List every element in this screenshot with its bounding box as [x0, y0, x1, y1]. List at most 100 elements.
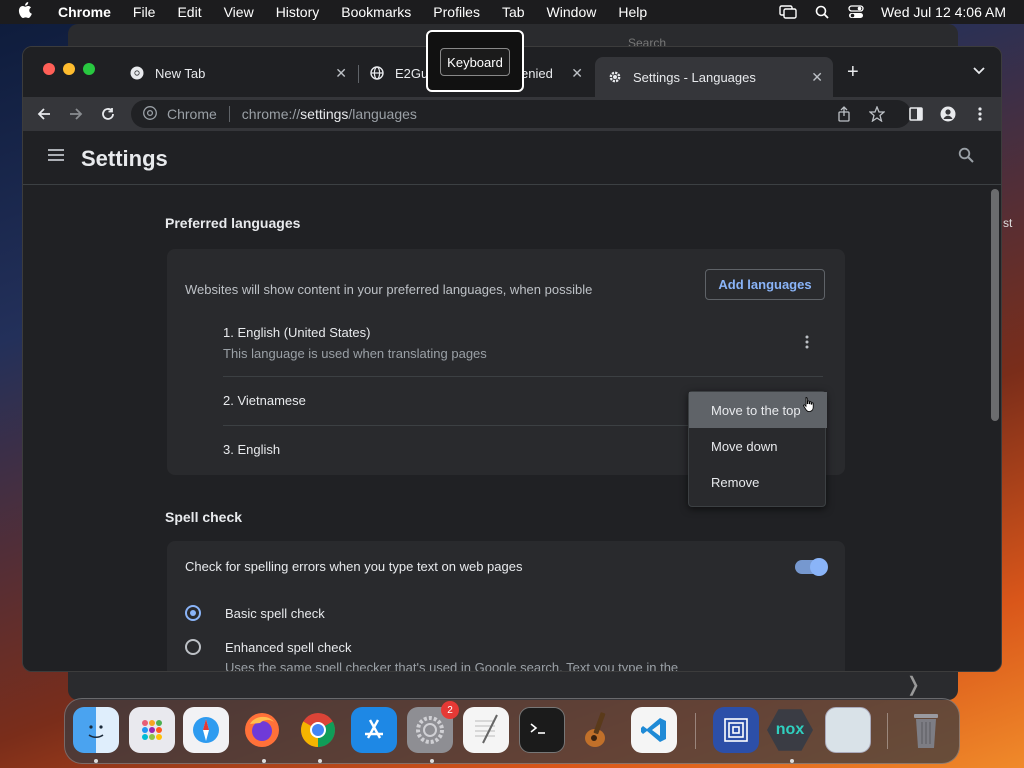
- chrome-icon: [129, 65, 145, 81]
- menu-bar: Chrome File Edit View History Bookmarks …: [0, 0, 1024, 24]
- running-indicator: [430, 759, 434, 763]
- tab-search-chevron-icon[interactable]: [973, 63, 985, 78]
- finder-icon[interactable]: [73, 707, 119, 753]
- keyboard-overlay: Keyboard: [426, 30, 524, 92]
- browser-toolbar: Chrome chrome://settings/languages: [23, 97, 1001, 131]
- app-store-icon[interactable]: [351, 707, 397, 753]
- nox-icon[interactable]: nox: [767, 709, 813, 751]
- spell-check-card: Check for spelling errors when you type …: [167, 541, 845, 672]
- preview-icon[interactable]: [825, 707, 871, 753]
- vscode-icon[interactable]: [631, 707, 677, 753]
- enhanced-spell-check-radio[interactable]: [185, 639, 201, 655]
- menu-view[interactable]: View: [218, 4, 260, 20]
- menu-file[interactable]: File: [127, 4, 162, 20]
- launchpad-icon[interactable]: [129, 707, 175, 753]
- bookmark-star-icon[interactable]: [868, 105, 886, 125]
- basic-spell-check-radio[interactable]: [185, 605, 201, 621]
- profile-avatar-icon[interactable]: [937, 103, 959, 125]
- window-controls: [43, 63, 95, 75]
- globe-icon: [369, 65, 385, 81]
- language-name: 1. English (United States): [223, 325, 371, 340]
- apple-menu-icon[interactable]: [18, 2, 42, 22]
- spell-check-toggle-knob[interactable]: [810, 558, 828, 576]
- site-name-label: Chrome: [167, 106, 217, 122]
- close-window-button[interactable]: [43, 63, 55, 75]
- basic-spell-check-label: Basic spell check: [225, 606, 325, 621]
- running-indicator: [318, 759, 322, 763]
- gear-icon: [607, 69, 623, 85]
- garageband-icon[interactable]: [575, 707, 621, 753]
- zoom-window-button[interactable]: [83, 63, 95, 75]
- page-scrollbar[interactable]: [991, 189, 999, 421]
- language-row-english-us: 1. English (United States) This language…: [223, 325, 823, 361]
- spell-check-toggle-label: Check for spelling errors when you type …: [185, 559, 523, 574]
- trash-icon[interactable]: [903, 707, 949, 753]
- background-text-fragment: st: [1003, 216, 1013, 230]
- tab-title: Settings - Languages: [633, 69, 756, 85]
- system-settings-icon[interactable]: 2: [407, 701, 459, 753]
- tab-title: New Tab: [155, 65, 206, 81]
- tab-settings-languages[interactable]: Settings - Languages ✕: [595, 57, 833, 97]
- kebab-menu-icon[interactable]: [969, 103, 991, 125]
- back-arrow-icon[interactable]: [33, 103, 55, 125]
- dock-separator: [695, 713, 696, 749]
- tab-new-tab[interactable]: New Tab ✕: [117, 57, 357, 89]
- language-more-actions-icon[interactable]: [805, 335, 809, 354]
- menu-tab[interactable]: Tab: [496, 4, 531, 20]
- control-center-icon[interactable]: [847, 5, 865, 19]
- settings-header: Settings: [23, 131, 1001, 185]
- chrome-site-icon: [143, 106, 159, 122]
- languages-description: Websites will show content in your prefe…: [185, 282, 593, 297]
- menu-history[interactable]: History: [270, 4, 326, 20]
- chrome-app-icon[interactable]: [295, 707, 341, 753]
- hamburger-menu-icon[interactable]: [47, 148, 65, 166]
- firefox-icon[interactable]: [239, 707, 285, 753]
- close-tab-icon[interactable]: ✕: [335, 65, 347, 82]
- close-tab-icon[interactable]: ✕: [571, 65, 583, 82]
- menu-bookmarks[interactable]: Bookmarks: [335, 4, 417, 20]
- tab-title-suffix: enied: [521, 65, 553, 81]
- running-indicator: [94, 759, 98, 763]
- enhanced-spell-check-subtext: Uses the same spell checker that's used …: [225, 660, 679, 672]
- running-indicator: [262, 759, 266, 763]
- safari-icon[interactable]: [183, 707, 229, 753]
- notification-badge: 2: [441, 701, 459, 719]
- menu-profiles[interactable]: Profiles: [427, 4, 486, 20]
- add-languages-button[interactable]: Add languages: [705, 269, 825, 300]
- url-host: settings: [300, 106, 349, 122]
- omnibox-divider: [228, 106, 230, 122]
- preferred-languages-heading: Preferred languages: [165, 215, 301, 231]
- hand-cursor-icon: [802, 396, 816, 412]
- terminal-icon[interactable]: [519, 707, 565, 753]
- share-icon[interactable]: [837, 106, 851, 125]
- dock: 2 nox: [64, 698, 960, 764]
- minimize-window-button[interactable]: [63, 63, 75, 75]
- menu-help[interactable]: Help: [612, 4, 653, 20]
- settings-page: Settings Preferred languages Websites wi…: [23, 131, 1001, 672]
- reload-icon[interactable]: [97, 103, 119, 125]
- textedit-icon[interactable]: [463, 707, 509, 753]
- dock-separator: [887, 713, 888, 749]
- chrome-window: New Tab ✕ E2Gua enied ✕ Settings - Langu…: [22, 46, 1002, 672]
- chevron-right-icon: ❭: [905, 674, 922, 696]
- close-tab-icon[interactable]: ✕: [811, 69, 823, 86]
- menu-window[interactable]: Window: [541, 4, 603, 20]
- address-bar[interactable]: Chrome chrome://settings/languages: [131, 100, 911, 128]
- spell-check-heading: Spell check: [165, 509, 243, 525]
- menu-bar-clock[interactable]: Wed Jul 12 4:06 AM: [881, 4, 1006, 20]
- remove-menu-item[interactable]: Remove: [689, 464, 827, 500]
- screen-mirroring-icon[interactable]: [779, 5, 797, 19]
- search-settings-icon[interactable]: [958, 147, 976, 165]
- new-tab-button[interactable]: +: [847, 61, 859, 84]
- screens-icon[interactable]: [713, 707, 759, 753]
- url-path: /languages: [348, 106, 417, 122]
- url-scheme: chrome://: [241, 106, 301, 122]
- spotlight-search-icon[interactable]: [813, 5, 831, 19]
- side-panel-icon[interactable]: [905, 103, 927, 125]
- move-down-menu-item[interactable]: Move down: [689, 428, 827, 464]
- page-title: Settings: [81, 146, 168, 171]
- menu-edit[interactable]: Edit: [171, 4, 207, 20]
- language-subtext: This language is used when translating p…: [223, 346, 487, 361]
- menu-app-name[interactable]: Chrome: [52, 4, 117, 20]
- forward-arrow-icon[interactable]: [65, 103, 87, 125]
